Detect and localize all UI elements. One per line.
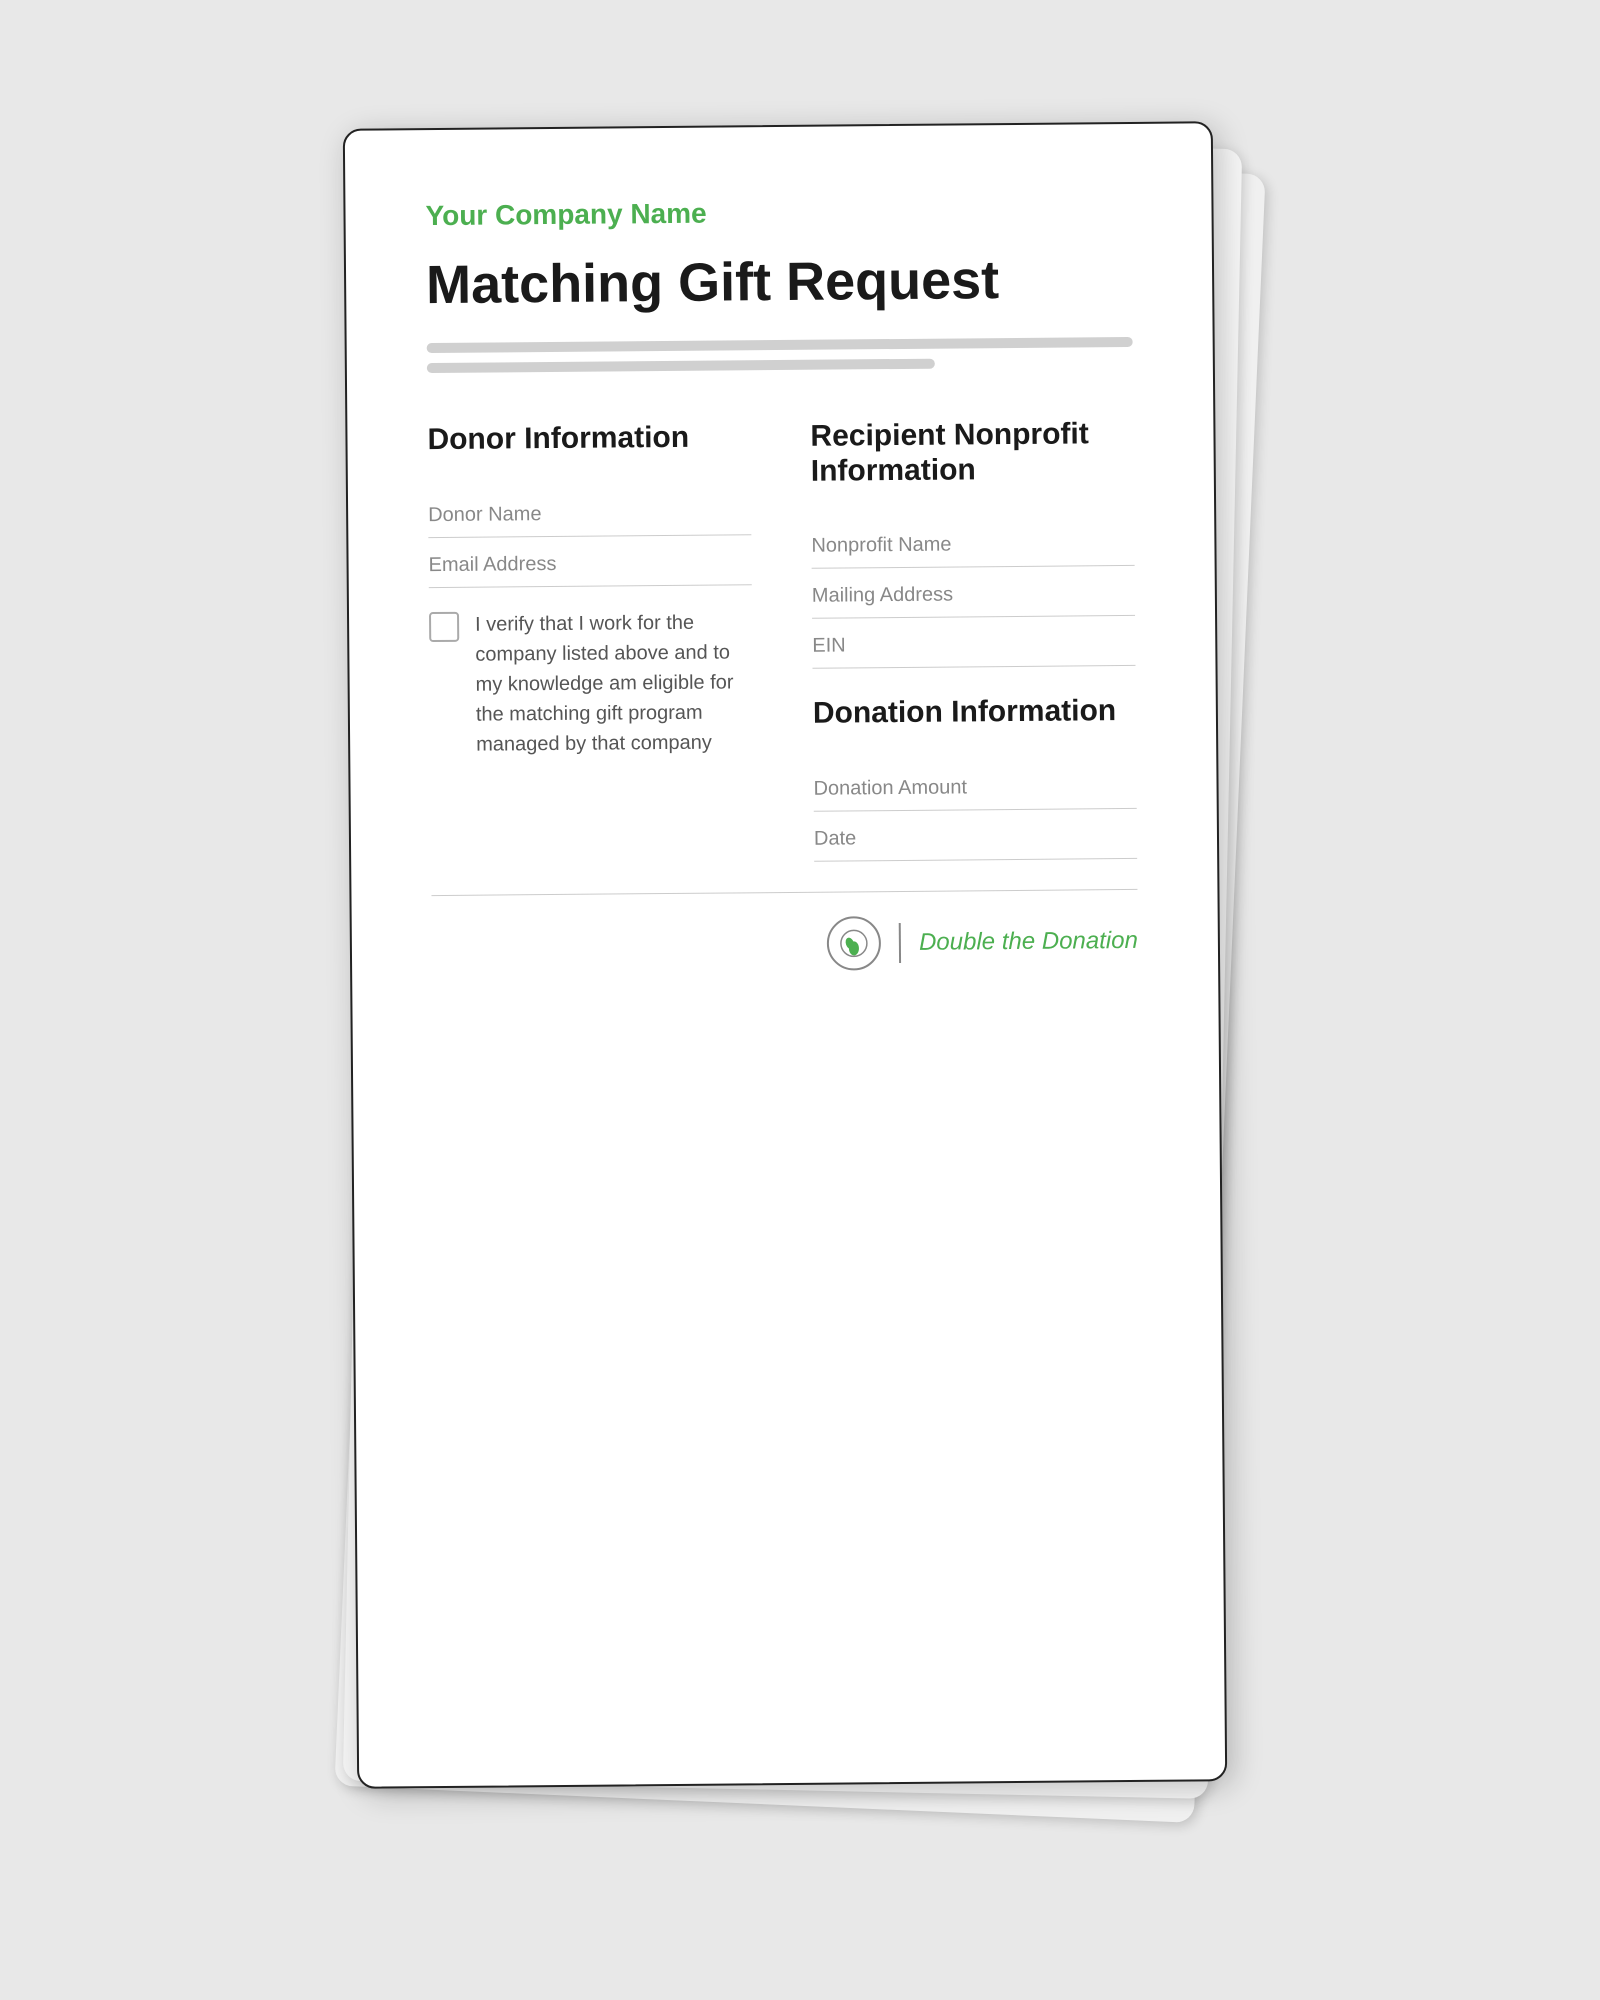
logo-icon [827, 916, 881, 970]
donation-section-heading: Donation Information [813, 694, 1136, 731]
date-label: Date [814, 825, 1137, 851]
verify-checkbox-row: I verify that I work for the company lis… [429, 607, 753, 760]
logo-text-pre: Double [919, 928, 1002, 956]
company-name: Your Company Name [425, 194, 1131, 232]
progress-bar-1 [427, 337, 1133, 353]
donor-name-field[interactable]: Donor Name [428, 485, 751, 538]
date-field[interactable]: Date [814, 809, 1137, 862]
footer-brand-text: Double the Donation [919, 927, 1138, 957]
donor-column: Donor Information Donor Name Email Addre… [427, 421, 754, 865]
footer-divider [899, 923, 901, 963]
donation-section: Donation Information Donation Amount Dat… [813, 694, 1137, 861]
nonprofit-column: Recipient Nonprofit Information Nonprofi… [810, 417, 1137, 861]
logo-text-italic: the [1002, 928, 1036, 955]
verify-checkbox[interactable] [429, 612, 459, 642]
form-columns: Donor Information Donor Name Email Addre… [427, 417, 1137, 865]
page-stack: Your Company Name Matching Gift Request … [350, 125, 1250, 1875]
page-front: Your Company Name Matching Gift Request … [343, 121, 1227, 1789]
footer-logo: Double the Donation [827, 914, 1138, 971]
nonprofit-name-field[interactable]: Nonprofit Name [811, 516, 1134, 569]
mailing-address-label: Mailing Address [812, 582, 1135, 608]
ein-field[interactable]: EIN [812, 616, 1135, 669]
mailing-address-field[interactable]: Mailing Address [812, 566, 1135, 619]
nonprofit-name-label: Nonprofit Name [811, 532, 1134, 558]
donor-section-heading: Donor Information [427, 421, 750, 458]
email-address-label: Email Address [428, 551, 751, 577]
ein-label: EIN [812, 632, 1135, 658]
donor-name-label: Donor Name [428, 501, 751, 527]
donation-amount-label: Donation Amount [813, 775, 1136, 801]
progress-bar-2 [427, 359, 935, 373]
email-address-field[interactable]: Email Address [428, 535, 751, 588]
page-footer: Double the Donation [431, 889, 1138, 974]
donation-amount-field[interactable]: Donation Amount [813, 759, 1136, 812]
nonprofit-section-heading: Recipient Nonprofit Information [810, 417, 1134, 489]
logo-text-post: Donation [1035, 927, 1138, 955]
verify-checkbox-text: I verify that I work for the company lis… [475, 607, 753, 759]
progress-bars [427, 337, 1133, 373]
page-title: Matching Gift Request [426, 250, 1132, 316]
